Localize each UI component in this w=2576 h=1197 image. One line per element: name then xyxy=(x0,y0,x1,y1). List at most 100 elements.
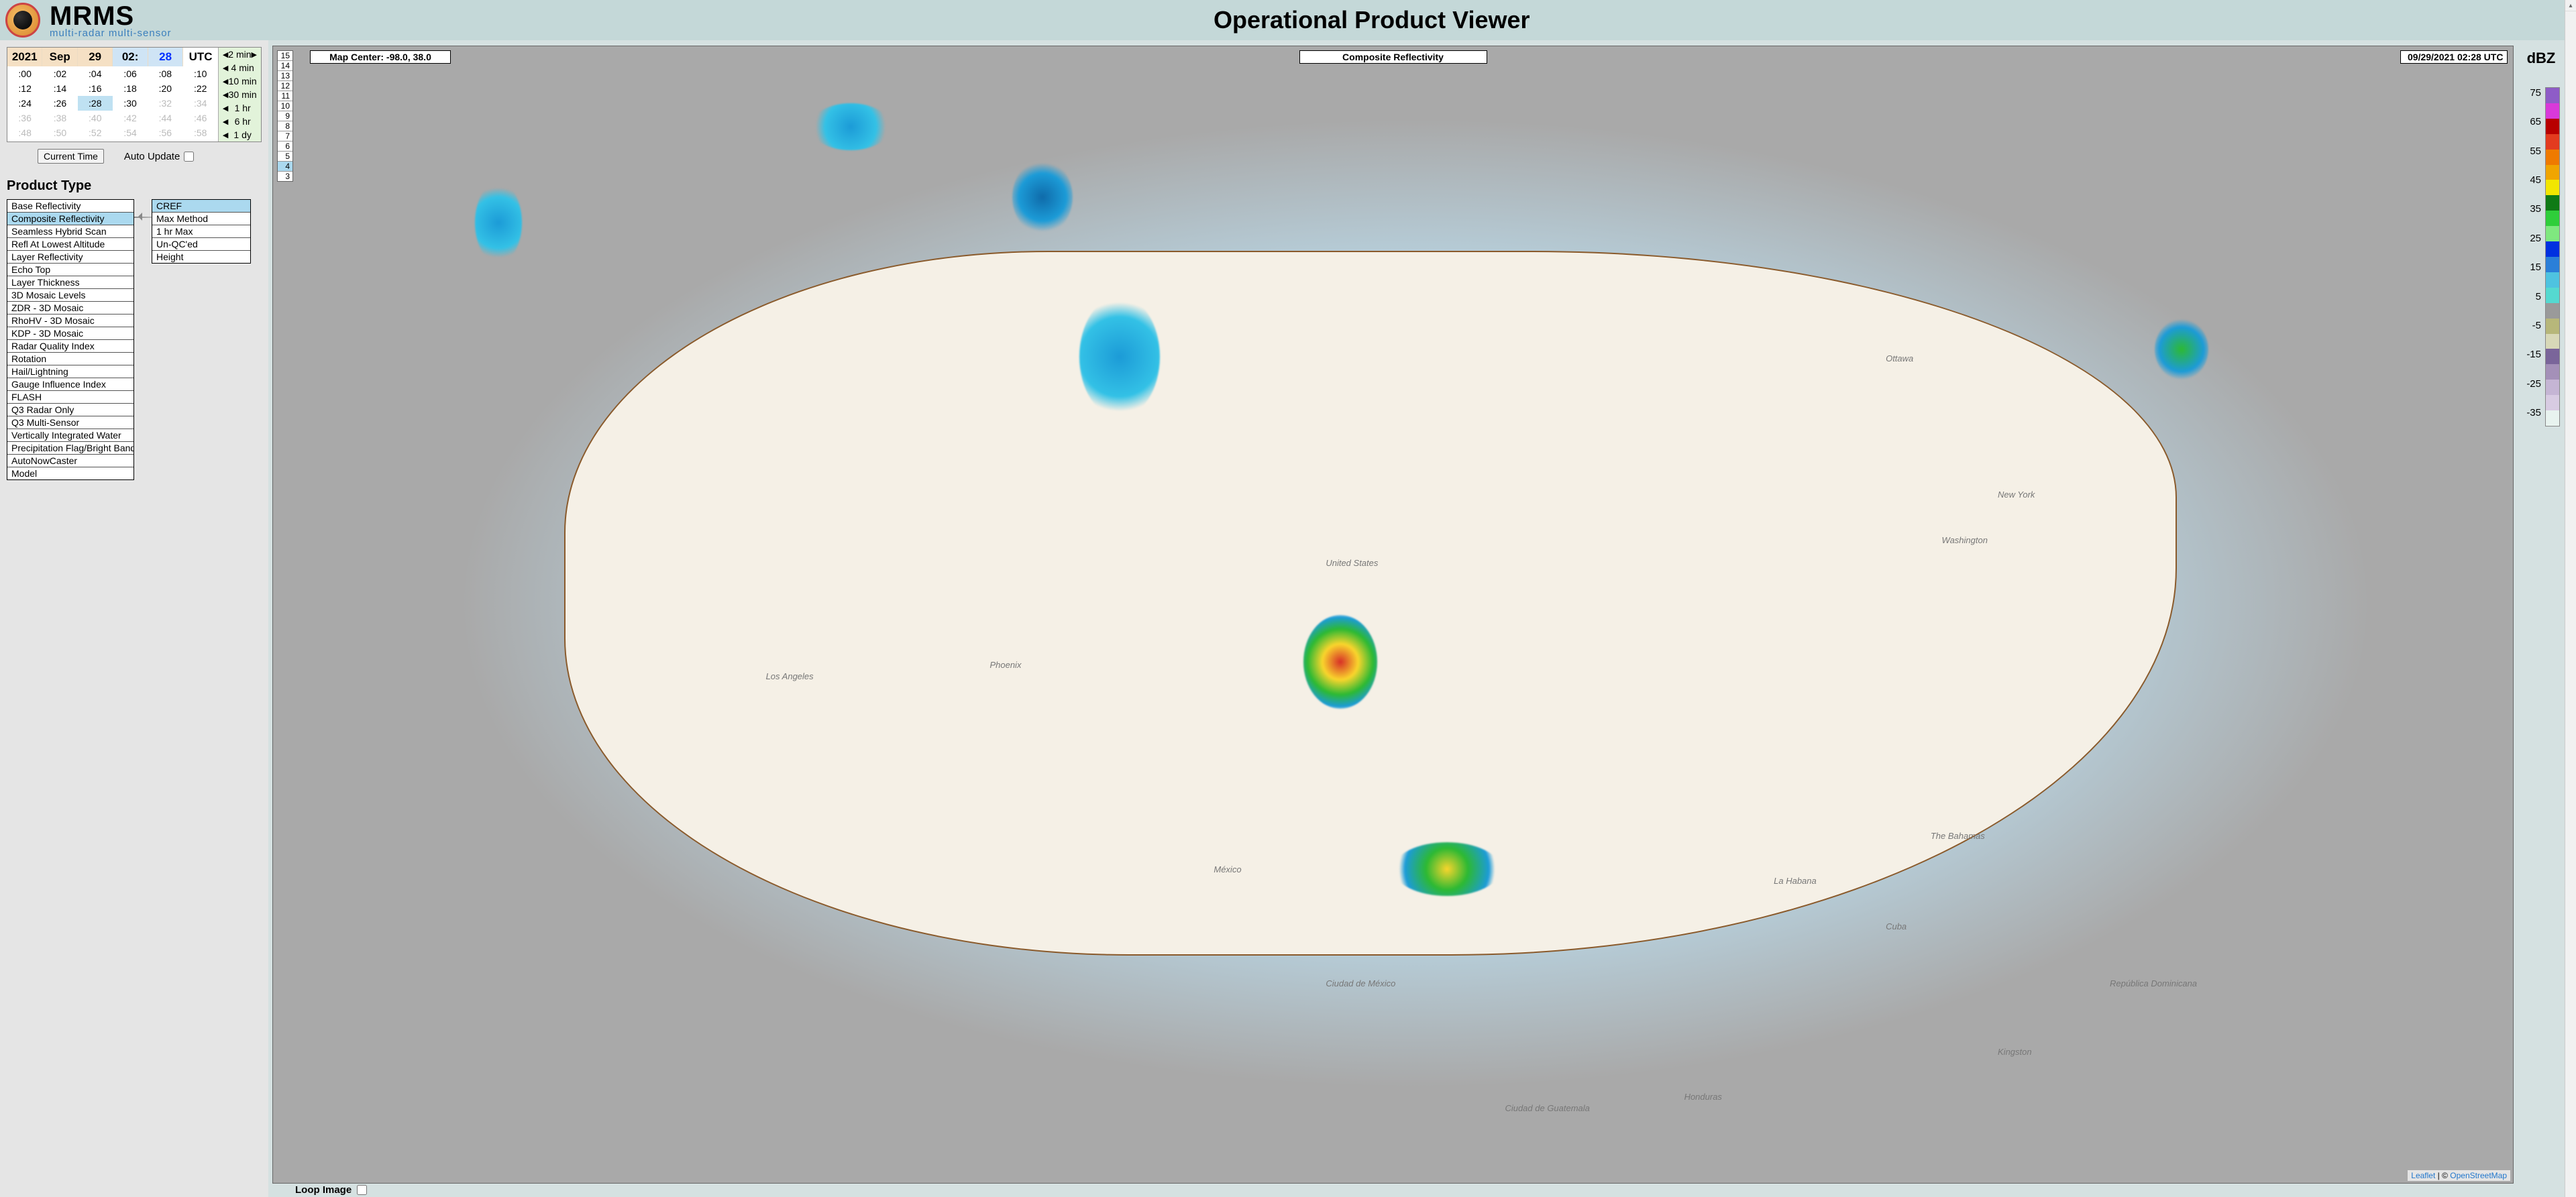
colorbar-tick: 25 xyxy=(2522,233,2541,244)
colorbar-tick: -35 xyxy=(2522,407,2541,418)
auto-update-toggle[interactable]: Auto Update xyxy=(124,151,194,162)
minute-cell[interactable]: :14 xyxy=(42,81,77,96)
minute-cell[interactable]: :04 xyxy=(78,66,113,81)
map-place-label: The Bahamas xyxy=(1931,831,1985,841)
level-option[interactable]: 3 xyxy=(278,172,292,181)
minute-cell[interactable]: :24 xyxy=(7,96,42,111)
date-minute[interactable]: 28 xyxy=(148,48,183,66)
minute-cell[interactable]: :18 xyxy=(113,81,148,96)
browser-scrollbar[interactable]: ▴ xyxy=(2565,0,2576,1197)
date-year[interactable]: 2021 xyxy=(7,48,42,66)
step-back-icon[interactable]: ◀ xyxy=(223,50,228,59)
osm-link[interactable]: OpenStreetMap xyxy=(2450,1171,2507,1180)
level-option[interactable]: 8 xyxy=(278,121,292,131)
step-back-icon[interactable]: ◀ xyxy=(223,77,228,86)
step-back-icon[interactable]: ◀ xyxy=(223,117,228,126)
product-sub-item[interactable]: CREF xyxy=(152,200,250,213)
date-hour[interactable]: 02: xyxy=(113,48,148,66)
minute-cell[interactable]: :16 xyxy=(78,81,113,96)
colorbar-swatch xyxy=(2546,364,2559,380)
minute-cell[interactable]: :30 xyxy=(113,96,148,111)
app-title-block: MRMS multi-radar multi-sensor xyxy=(50,3,172,38)
product-item[interactable]: Echo Top xyxy=(7,264,133,276)
product-item[interactable]: Radar Quality Index xyxy=(7,340,133,353)
product-item[interactable]: Seamless Hybrid Scan xyxy=(7,225,133,238)
colorbar-tick: 45 xyxy=(2522,174,2541,186)
level-option[interactable]: 11 xyxy=(278,91,292,101)
minute-cell[interactable]: :12 xyxy=(7,81,42,96)
step-back-icon[interactable]: ◀ xyxy=(223,91,228,99)
minute-cell[interactable]: :02 xyxy=(42,66,77,81)
level-picker: 1514131211109876543 xyxy=(277,50,293,182)
step-back-icon[interactable]: ◀ xyxy=(223,131,228,139)
product-item[interactable]: Rotation xyxy=(7,353,133,365)
current-time-button[interactable]: Current Time xyxy=(38,149,104,164)
product-item[interactable]: ZDR - 3D Mosaic xyxy=(7,302,133,315)
minute-cell[interactable]: :10 xyxy=(183,66,218,81)
product-item[interactable]: AutoNowCaster xyxy=(7,455,133,467)
product-item[interactable]: Q3 Radar Only xyxy=(7,404,133,416)
colorbar-swatch xyxy=(2546,119,2559,134)
step-fwd-icon[interactable]: ▶ xyxy=(252,50,257,59)
product-item[interactable]: Composite Reflectivity xyxy=(7,213,133,225)
colorbar: dBZ 756555453525155-5-15-25-35 xyxy=(2518,40,2565,1197)
minute-cell[interactable]: :22 xyxy=(183,81,218,96)
leaflet-link[interactable]: Leaflet xyxy=(2411,1171,2435,1180)
level-option[interactable]: 10 xyxy=(278,101,292,111)
auto-update-checkbox[interactable] xyxy=(184,152,194,162)
product-sub-item[interactable]: Un-QC'ed xyxy=(152,238,250,251)
product-sub-item[interactable]: Max Method xyxy=(152,213,250,225)
product-sub-item[interactable]: Height xyxy=(152,251,250,263)
minute-cell[interactable]: :06 xyxy=(113,66,148,81)
time-step-row: ◀1 dy xyxy=(219,128,261,141)
step-back-icon[interactable]: ◀ xyxy=(223,64,228,72)
minute-cell: :38 xyxy=(42,111,77,125)
minute-cell[interactable]: :08 xyxy=(148,66,182,81)
product-item[interactable]: FLASH xyxy=(7,391,133,404)
level-option[interactable]: 13 xyxy=(278,71,292,81)
minute-cell[interactable]: :20 xyxy=(148,81,182,96)
step-label: 30 min xyxy=(229,89,257,100)
step-back-icon[interactable]: ◀ xyxy=(223,104,228,113)
product-item[interactable]: Hail/Lightning xyxy=(7,365,133,378)
product-item[interactable]: Q3 Multi-Sensor xyxy=(7,416,133,429)
product-item[interactable]: Layer Reflectivity xyxy=(7,251,133,264)
product-item[interactable]: 3D Mosaic Levels xyxy=(7,289,133,302)
minute-cell: :54 xyxy=(113,125,148,140)
loop-image-checkbox[interactable] xyxy=(357,1185,367,1195)
level-option[interactable]: 4 xyxy=(278,162,292,172)
scroll-up-icon[interactable]: ▴ xyxy=(2565,0,2576,11)
time-step-row: ◀10 min xyxy=(219,74,261,88)
level-option[interactable]: 5 xyxy=(278,152,292,162)
level-option[interactable]: 15 xyxy=(278,51,292,61)
map-viewport[interactable]: OttawaUnited StatesNew YorkWashingtonPho… xyxy=(272,46,2514,1184)
minute-cell[interactable]: :00 xyxy=(7,66,42,81)
date-day[interactable]: 29 xyxy=(78,48,113,66)
date-month[interactable]: Sep xyxy=(42,48,77,66)
level-option[interactable]: 9 xyxy=(278,111,292,121)
step-label: 4 min xyxy=(231,62,254,73)
map-place-label: Honduras xyxy=(1684,1092,1722,1102)
product-item[interactable]: Precipitation Flag/Bright Band xyxy=(7,442,133,455)
product-item[interactable]: Layer Thickness xyxy=(7,276,133,289)
colorbar-swatch xyxy=(2546,257,2559,272)
time-step-row: ◀6 hr xyxy=(219,115,261,128)
product-item[interactable]: Vertically Integrated Water xyxy=(7,429,133,442)
app-name: MRMS xyxy=(50,3,172,30)
level-option[interactable]: 7 xyxy=(278,131,292,141)
level-option[interactable]: 6 xyxy=(278,141,292,152)
product-item[interactable]: Model xyxy=(7,467,133,479)
product-item[interactable]: KDP - 3D Mosaic xyxy=(7,327,133,340)
minute-cell[interactable]: :26 xyxy=(42,96,77,111)
product-sub-item[interactable]: 1 hr Max xyxy=(152,225,250,238)
level-option[interactable]: 14 xyxy=(278,61,292,71)
map-canvas[interactable]: OttawaUnited StatesNew YorkWashingtonPho… xyxy=(273,46,2513,1183)
product-item[interactable]: Gauge Influence Index xyxy=(7,378,133,391)
minute-cell: :52 xyxy=(78,125,113,140)
product-item[interactable]: RhoHV - 3D Mosaic xyxy=(7,315,133,327)
level-option[interactable]: 12 xyxy=(278,81,292,91)
minute-cell[interactable]: :28 xyxy=(78,96,113,111)
product-item[interactable]: Refl At Lowest Altitude xyxy=(7,238,133,251)
step-label: 2 min xyxy=(228,49,251,60)
product-item[interactable]: Base Reflectivity xyxy=(7,200,133,213)
